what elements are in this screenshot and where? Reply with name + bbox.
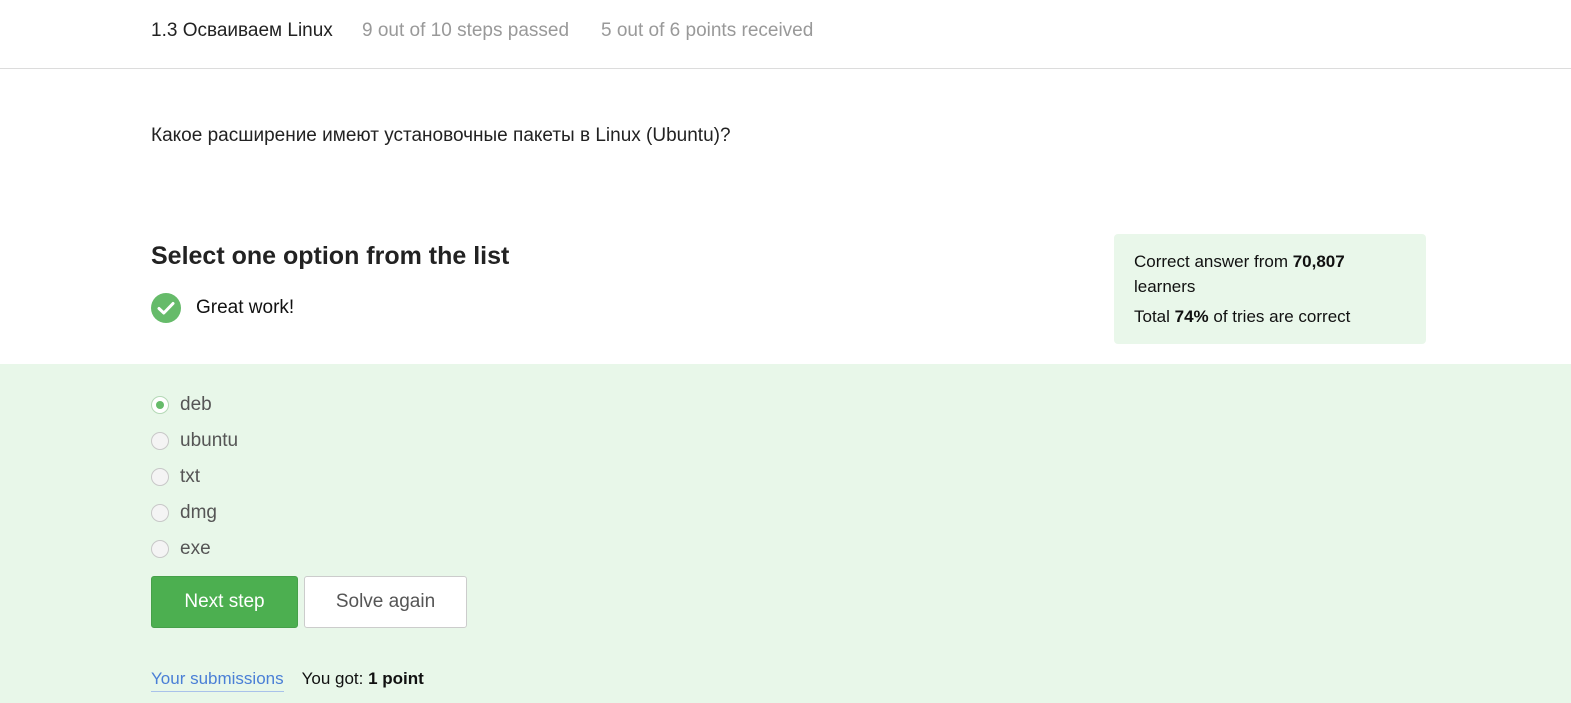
- answer-area: deb ubuntu txt dmg exe Next step Solve a…: [0, 364, 1571, 703]
- points-progress: 5 out of 6 points received: [601, 20, 814, 41]
- total-prefix: Total: [1134, 307, 1175, 326]
- option-label: ubuntu: [180, 430, 239, 451]
- learners-count: 70,807: [1292, 252, 1345, 271]
- result-prefix: You got:: [301, 669, 369, 688]
- learners-prefix: Correct answer from: [1134, 252, 1293, 271]
- learners-suffix: learners: [1134, 277, 1196, 296]
- result-value: 1 point: [368, 669, 424, 688]
- radio-button-selected[interactable]: [151, 396, 169, 414]
- solve-again-button[interactable]: Solve again: [304, 576, 467, 628]
- check-circle-icon: [151, 293, 181, 323]
- learners-stat: Correct answer from 70,807 learners: [1134, 249, 1406, 299]
- radio-button[interactable]: [151, 504, 169, 522]
- option-list: deb ubuntu txt dmg exe: [151, 387, 238, 567]
- option-deb[interactable]: deb: [151, 387, 238, 423]
- feedback-message: Great work!: [151, 293, 294, 323]
- option-label: exe: [180, 538, 211, 559]
- score-result: You got: 1 point: [302, 667, 424, 692]
- answer-stats: Correct answer from 70,807 learners Tota…: [1114, 234, 1426, 344]
- lesson-header: 1.3 Осваиваем Linux 9 out of 10 steps pa…: [0, 0, 1571, 69]
- option-txt[interactable]: txt: [151, 459, 238, 495]
- option-dmg[interactable]: dmg: [151, 495, 238, 531]
- percent-correct: 74%: [1174, 307, 1209, 326]
- lesson-title[interactable]: 1.3 Осваиваем Linux: [151, 19, 333, 43]
- steps-progress: 9 out of 10 steps passed: [362, 20, 570, 41]
- question-text: Какое расширение имеют установочные паке…: [151, 125, 731, 146]
- next-step-button[interactable]: Next step: [151, 576, 298, 628]
- your-submissions-link[interactable]: Your submissions: [151, 667, 284, 692]
- radio-button[interactable]: [151, 432, 169, 450]
- quiz-prompt: Select one option from the list: [151, 242, 510, 270]
- option-ubuntu[interactable]: ubuntu: [151, 423, 238, 459]
- correct-rate-stat: Total 74% of tries are correct: [1134, 304, 1406, 329]
- option-exe[interactable]: exe: [151, 531, 238, 567]
- option-label: deb: [180, 394, 212, 415]
- option-label: txt: [180, 466, 201, 487]
- radio-button[interactable]: [151, 540, 169, 558]
- option-label: dmg: [180, 502, 217, 523]
- total-suffix: of tries are correct: [1208, 307, 1351, 326]
- feedback-text: Great work!: [196, 297, 295, 318]
- submission-footer: Your submissions You got: 1 point: [151, 667, 424, 692]
- radio-button[interactable]: [151, 468, 169, 486]
